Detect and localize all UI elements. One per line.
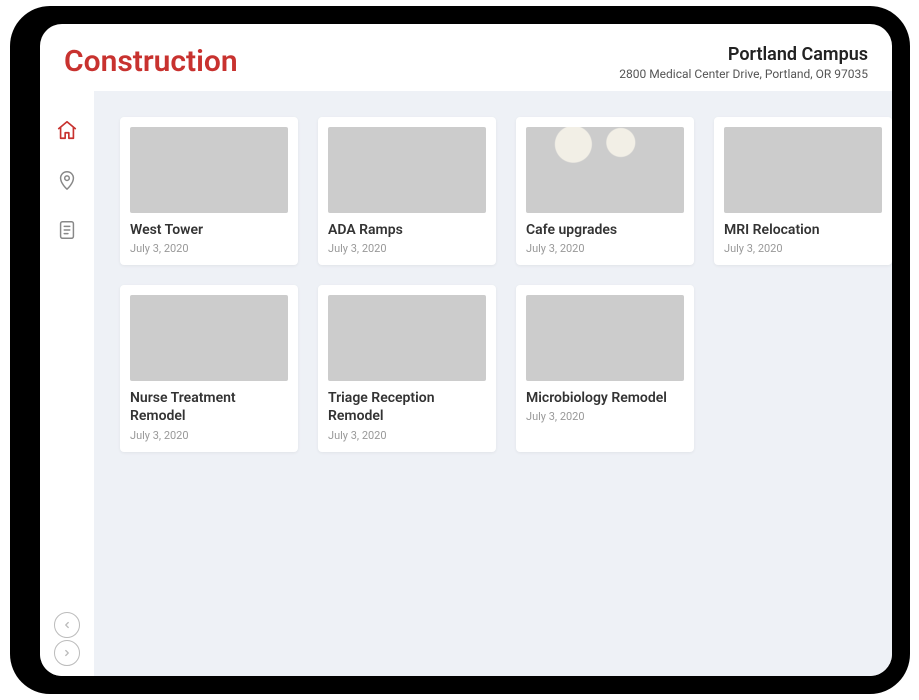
project-date: July 3, 2020 (130, 242, 288, 255)
forward-button[interactable] (54, 640, 80, 666)
project-card[interactable]: Cafe upgrades July 3, 2020 (516, 117, 694, 265)
location-pin-icon[interactable] (52, 165, 82, 195)
project-title: Cafe upgrades (526, 221, 684, 239)
project-title: Microbiology Remodel (526, 389, 684, 407)
project-grid: West Tower July 3, 2020 ADA Ramps July 3… (120, 117, 866, 452)
project-thumbnail (526, 127, 684, 213)
body: West Tower July 3, 2020 ADA Ramps July 3… (40, 91, 892, 676)
project-thumbnail (130, 295, 288, 381)
project-date: July 3, 2020 (724, 242, 882, 255)
project-date: July 3, 2020 (328, 242, 486, 255)
project-title: ADA Ramps (328, 221, 486, 239)
tablet-frame: Construction Portland Campus 2800 Medica… (10, 6, 910, 694)
project-title: Triage Reception Remodel (328, 389, 486, 425)
home-icon[interactable] (52, 115, 82, 145)
project-card[interactable]: Triage Reception Remodel July 3, 2020 (318, 285, 496, 451)
project-thumbnail (526, 295, 684, 381)
sidebar (40, 91, 94, 676)
project-thumbnail (724, 127, 882, 213)
project-thumbnail (130, 127, 288, 213)
project-date: July 3, 2020 (328, 429, 486, 442)
project-date: July 3, 2020 (130, 429, 288, 442)
project-thumbnail (328, 127, 486, 213)
campus-address: 2800 Medical Center Drive, Portland, OR … (619, 67, 868, 81)
sidebar-nav-footer (54, 612, 80, 666)
project-thumbnail (328, 295, 486, 381)
main-content: West Tower July 3, 2020 ADA Ramps July 3… (94, 91, 892, 676)
project-title: MRI Relocation (724, 221, 882, 239)
project-card[interactable]: West Tower July 3, 2020 (120, 117, 298, 265)
project-card[interactable]: Microbiology Remodel July 3, 2020 (516, 285, 694, 451)
project-date: July 3, 2020 (526, 242, 684, 255)
project-card[interactable]: ADA Ramps July 3, 2020 (318, 117, 496, 265)
page-title: Construction (64, 44, 238, 79)
campus-block: Portland Campus 2800 Medical Center Driv… (619, 44, 868, 81)
document-icon[interactable] (52, 215, 82, 245)
project-card[interactable]: MRI Relocation July 3, 2020 (714, 117, 892, 265)
project-date: July 3, 2020 (526, 410, 684, 423)
topbar: Construction Portland Campus 2800 Medica… (40, 24, 892, 91)
project-card[interactable]: Nurse Treatment Remodel July 3, 2020 (120, 285, 298, 451)
project-title: Nurse Treatment Remodel (130, 389, 288, 425)
campus-name: Portland Campus (619, 44, 868, 65)
screen: Construction Portland Campus 2800 Medica… (40, 24, 892, 676)
back-button[interactable] (54, 612, 80, 638)
project-title: West Tower (130, 221, 288, 239)
